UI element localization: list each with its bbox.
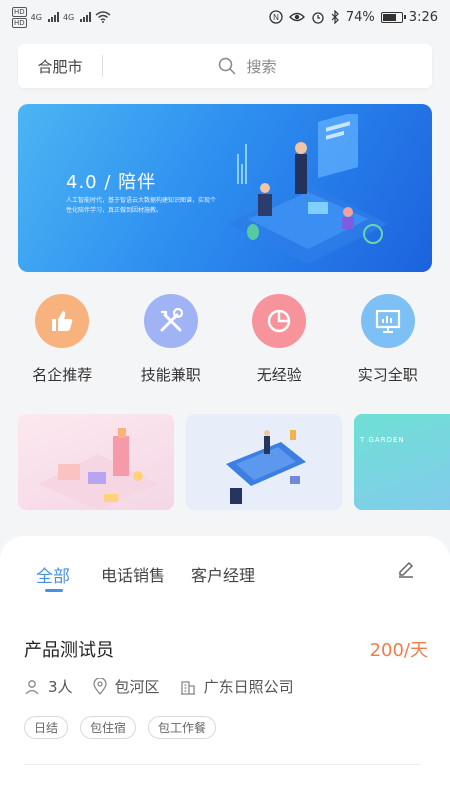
battery-icon xyxy=(380,11,406,23)
bluetooth-icon xyxy=(331,10,339,24)
promo-cards: T GARDEN xyxy=(18,414,450,512)
eye-icon xyxy=(288,12,305,22)
status-right: N 74% 3:26 xyxy=(269,10,438,25)
clock: 3:26 xyxy=(408,9,438,25)
search-placeholder: 搜索 xyxy=(246,57,277,76)
hd-badge-2: HD xyxy=(12,17,27,28)
edit-icon[interactable] xyxy=(396,558,416,578)
person-icon xyxy=(25,679,39,694)
signal-icon-1 xyxy=(47,12,59,22)
promo-card-city[interactable] xyxy=(18,414,174,510)
job-panel: 全部 电话销售 客户经理 产品测试员 200/天 3人 包河区 广东日照公司 日… xyxy=(0,536,450,800)
category-skill-parttime[interactable]: 技能兼职 xyxy=(121,294,221,394)
battery-percent: 74% xyxy=(345,9,375,25)
status-bar: HD HD 4G 4G N 74% 3:26 xyxy=(0,0,450,34)
category-icon-bg-2 xyxy=(252,294,307,348)
job-tabs: 全部 电话销售 客户经理 xyxy=(0,536,450,596)
city-illustration xyxy=(38,428,158,510)
status-left: HD HD 4G 4G xyxy=(12,6,111,28)
svg-text:N: N xyxy=(273,13,279,22)
job-tags: 日结 包住宿 包工作餐 xyxy=(24,716,217,739)
banner-title: 4.0 / 陪伴 xyxy=(66,172,157,193)
headcount-text: 3人 xyxy=(48,678,73,696)
tab-telesales[interactable]: 电话销售 xyxy=(101,562,165,586)
category-label: 无经验 xyxy=(256,366,302,384)
network-label-1: 4G xyxy=(30,12,42,22)
list-divider xyxy=(24,764,420,765)
laptop-illustration xyxy=(226,430,306,504)
promo-banner[interactable]: 4.0 / 陪伴 人工智能时代，基于智语云大数据构建知识图谱，实现个性化陪伴学习… xyxy=(18,104,432,272)
location-pin-icon xyxy=(92,678,107,695)
category-intern-fulltime[interactable]: 实习全职 xyxy=(338,294,438,394)
tab-active-indicator xyxy=(45,589,63,592)
job-salary: 200/天 xyxy=(369,640,428,661)
search-input[interactable]: 搜索 xyxy=(103,56,432,77)
category-label: 实习全职 xyxy=(357,366,418,384)
category-icon-bg-3 xyxy=(360,294,415,348)
search-bar: 合肥市 搜索 xyxy=(18,44,432,88)
tools-icon xyxy=(160,307,183,332)
banner-subtitle: 人工智能时代，基于智语云大数据构建知识图谱，实现个性化陪伴学习，真正做到因材施教… xyxy=(66,197,217,214)
category-icon-bg-1 xyxy=(143,294,198,348)
job-title: 产品测试员 xyxy=(24,640,114,661)
category-famous-companies[interactable]: 名企推荐 xyxy=(12,294,112,394)
category-icon-bg-0 xyxy=(35,294,90,348)
promo-card-laptop[interactable] xyxy=(186,414,342,510)
job-meta: 3人 包河区 广东日照公司 xyxy=(24,676,314,697)
tab-account-manager[interactable]: 客户经理 xyxy=(191,562,255,586)
promo-card-garden[interactable]: T GARDEN xyxy=(354,414,450,510)
tab-all[interactable]: 全部 xyxy=(36,562,70,587)
signal-icon-2 xyxy=(80,12,92,22)
job-tag: 包住宿 xyxy=(80,716,137,739)
city-selector[interactable]: 合肥市 xyxy=(18,56,102,77)
search-icon xyxy=(219,57,237,75)
job-company: 广东日照公司 xyxy=(180,676,294,697)
banner-illustration xyxy=(228,114,388,264)
wifi-icon xyxy=(95,11,111,23)
category-no-experience[interactable]: 无经验 xyxy=(229,294,329,394)
category-grid: 名企推荐 技能兼职 无经验 实习全职 xyxy=(0,294,450,394)
buildings-illustration xyxy=(420,414,450,510)
category-label: 名企推荐 xyxy=(32,366,93,384)
location-text: 包河区 xyxy=(114,678,160,696)
alarm-icon xyxy=(312,12,324,24)
job-tag: 日结 xyxy=(24,716,69,739)
job-headcount: 3人 xyxy=(24,676,73,697)
hd-badge-1: HD xyxy=(12,6,27,17)
presentation-icon xyxy=(375,309,400,333)
garden-text: T GARDEN xyxy=(360,436,405,444)
nfc-icon: N xyxy=(269,10,283,24)
category-label: 技能兼职 xyxy=(140,366,201,384)
pie-chart-icon xyxy=(268,309,291,333)
building-icon xyxy=(180,680,195,695)
job-tag: 包工作餐 xyxy=(148,716,217,739)
thumbs-up-icon xyxy=(52,311,73,331)
company-text: 广东日照公司 xyxy=(203,678,294,696)
job-location: 包河区 xyxy=(92,676,160,697)
network-label-2: 4G xyxy=(62,12,75,22)
